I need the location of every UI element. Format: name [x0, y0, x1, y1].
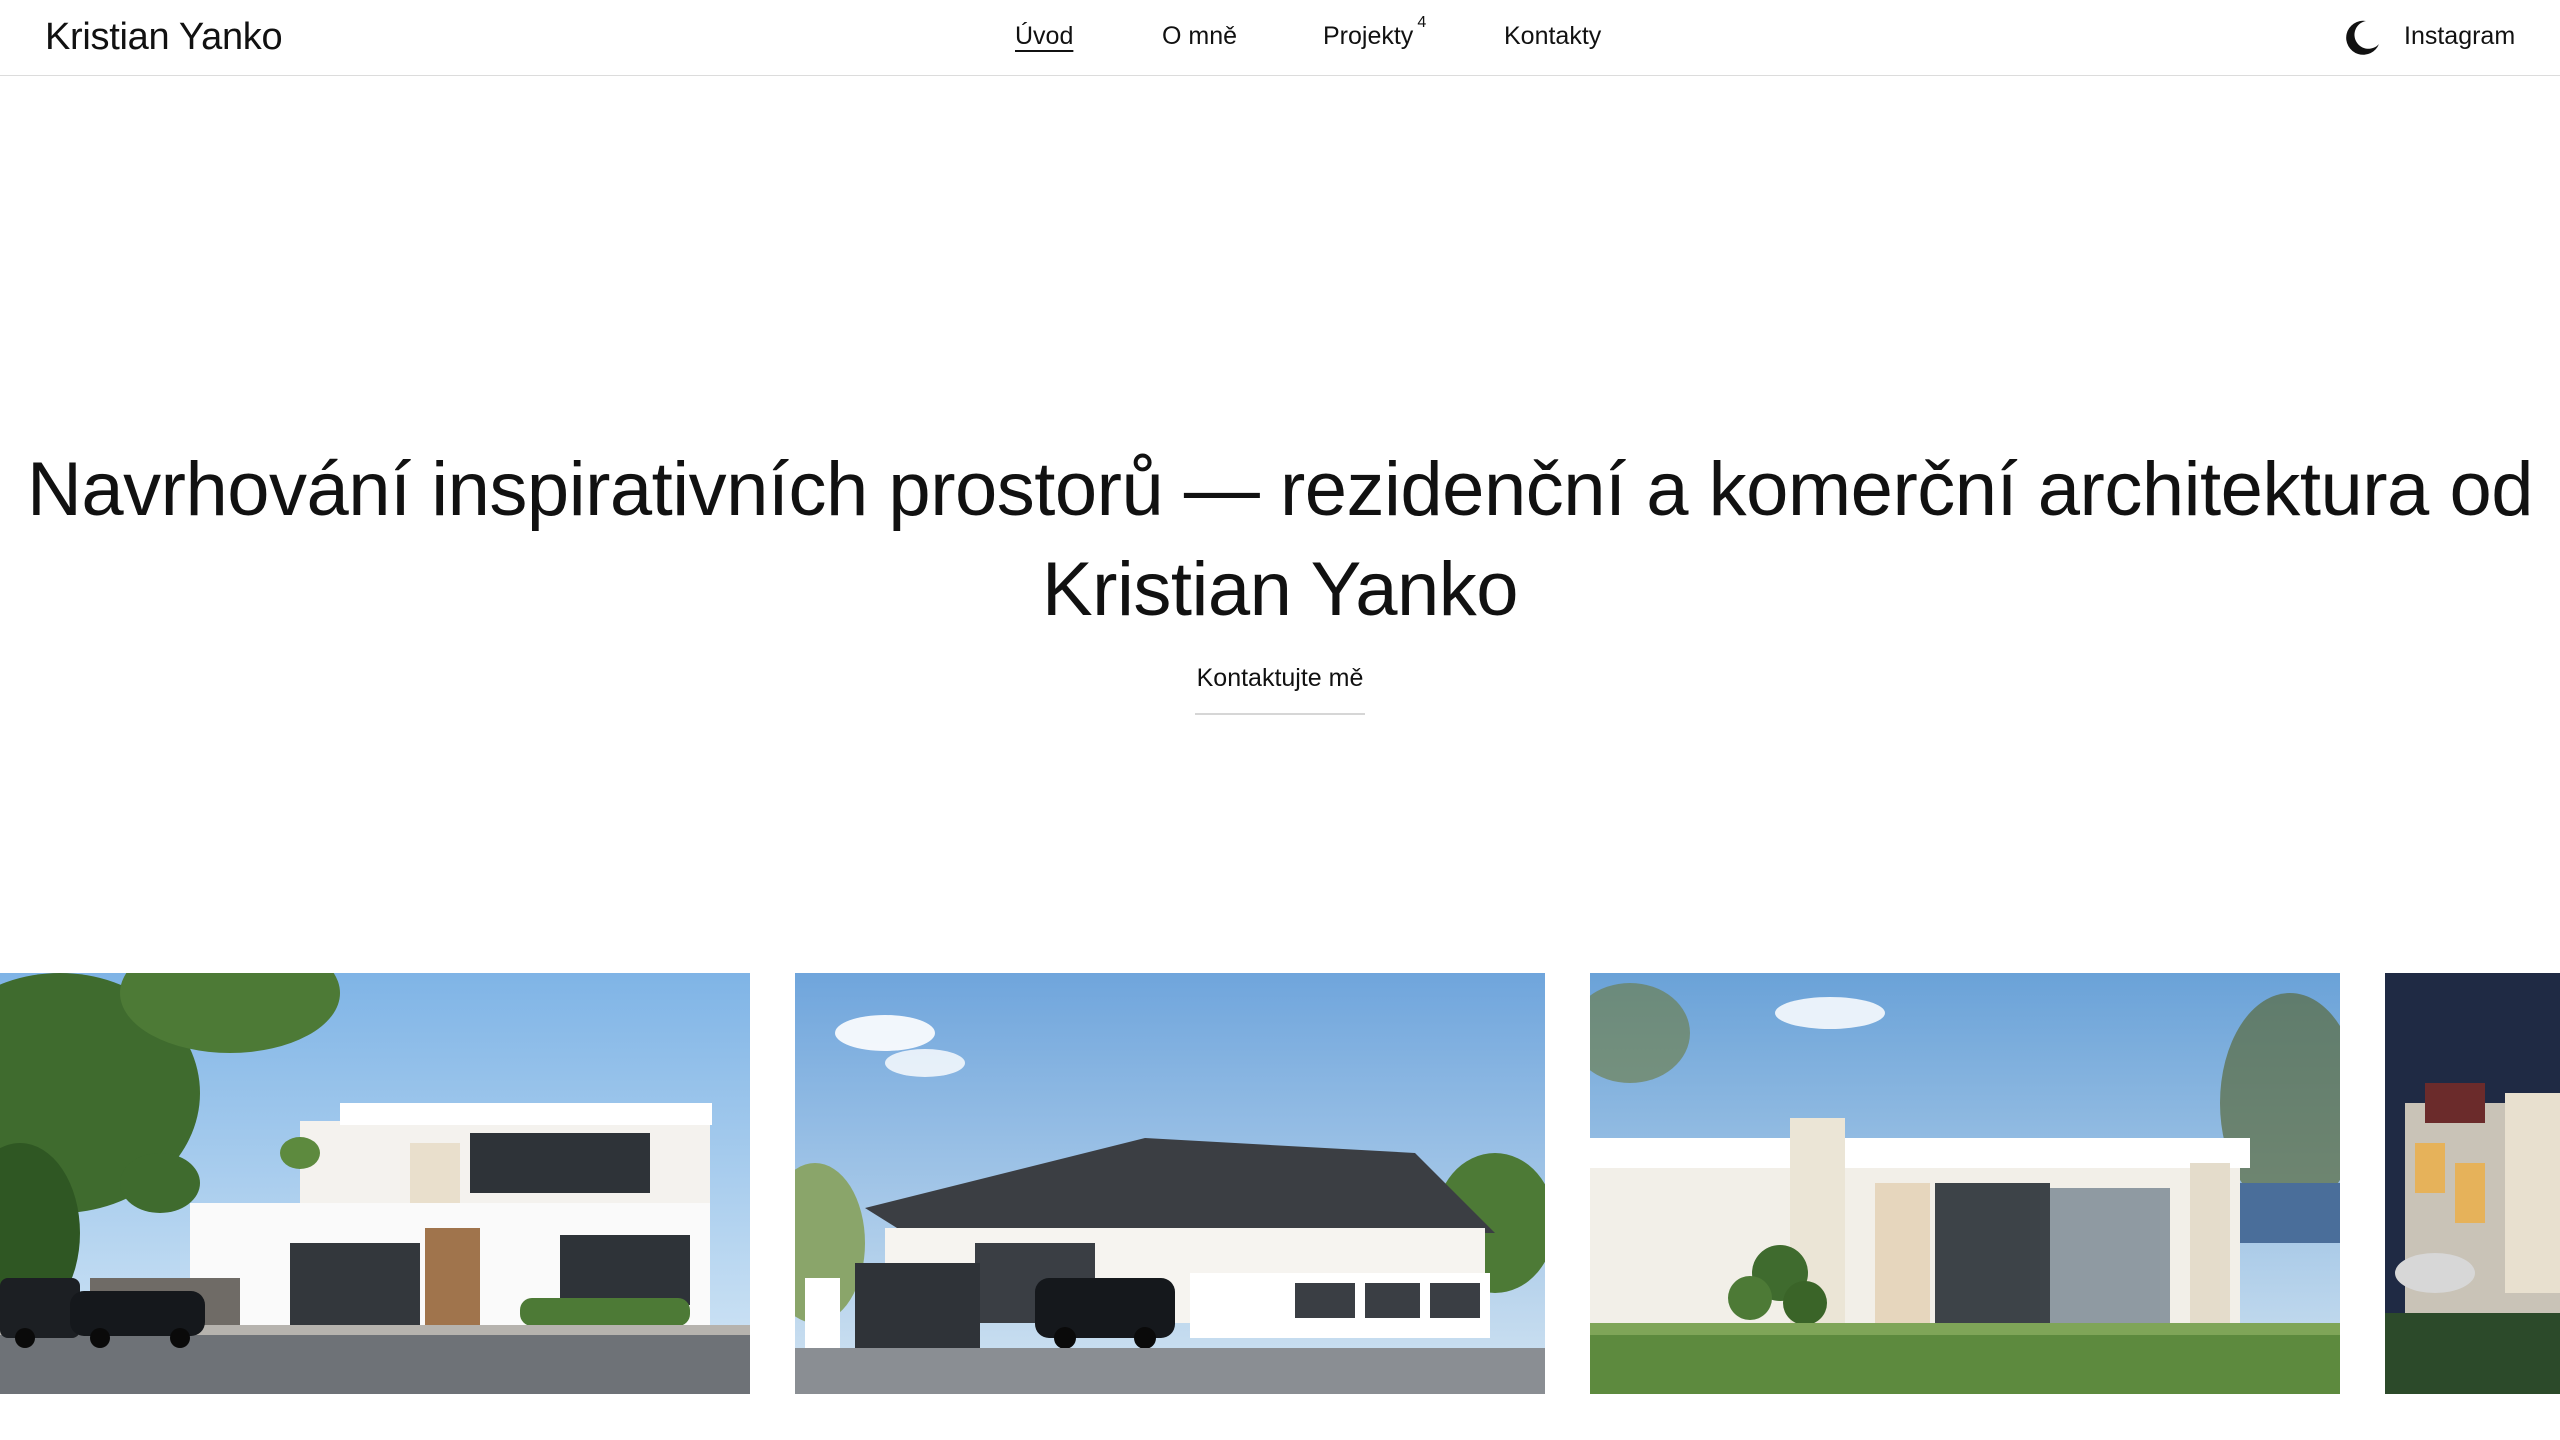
project-image-flat-roof-house [1590, 973, 2340, 1394]
project-image-villa [0, 973, 750, 1394]
project-gallery [0, 973, 2560, 1394]
project-card-night-villa[interactable] [2385, 973, 2560, 1394]
main-nav: Úvod O mně Projekty 4 Kontakty [0, 14, 2560, 62]
nav-item-projekty[interactable]: Projekty 4 [1323, 14, 1426, 51]
project-image-bungalow [795, 973, 1545, 1394]
project-card-flat-roof-house[interactable] [1590, 973, 2340, 1394]
nav-item-projekty-label: Projekty [1323, 22, 1414, 50]
hero-title-line2: Kristian Yanko [1041, 547, 1519, 632]
instagram-link[interactable]: Instagram [2404, 22, 2515, 51]
nav-item-o-mne[interactable]: O mně [1162, 22, 1237, 51]
project-image-night-villa [2385, 973, 2560, 1394]
nav-item-uvod[interactable]: Úvod [1015, 22, 1073, 51]
project-card-villa[interactable] [0, 973, 750, 1394]
nav-item-kontakty[interactable]: Kontakty [1504, 22, 1601, 51]
contact-me-button[interactable]: Kontaktujte mě [1195, 664, 1365, 715]
hero-title-line1: Navrhování inspirativních prostorů — rez… [27, 447, 2533, 532]
moon-icon[interactable] [2342, 18, 2382, 58]
site-header: Kristian Yanko Úvod O mně Projekty 4 Kont… [0, 0, 2560, 76]
projects-count-badge: 4 [1417, 14, 1427, 31]
project-card-bungalow[interactable] [795, 973, 1545, 1394]
hero-title: Navrhování inspirativních prostorů — rez… [0, 440, 2560, 640]
